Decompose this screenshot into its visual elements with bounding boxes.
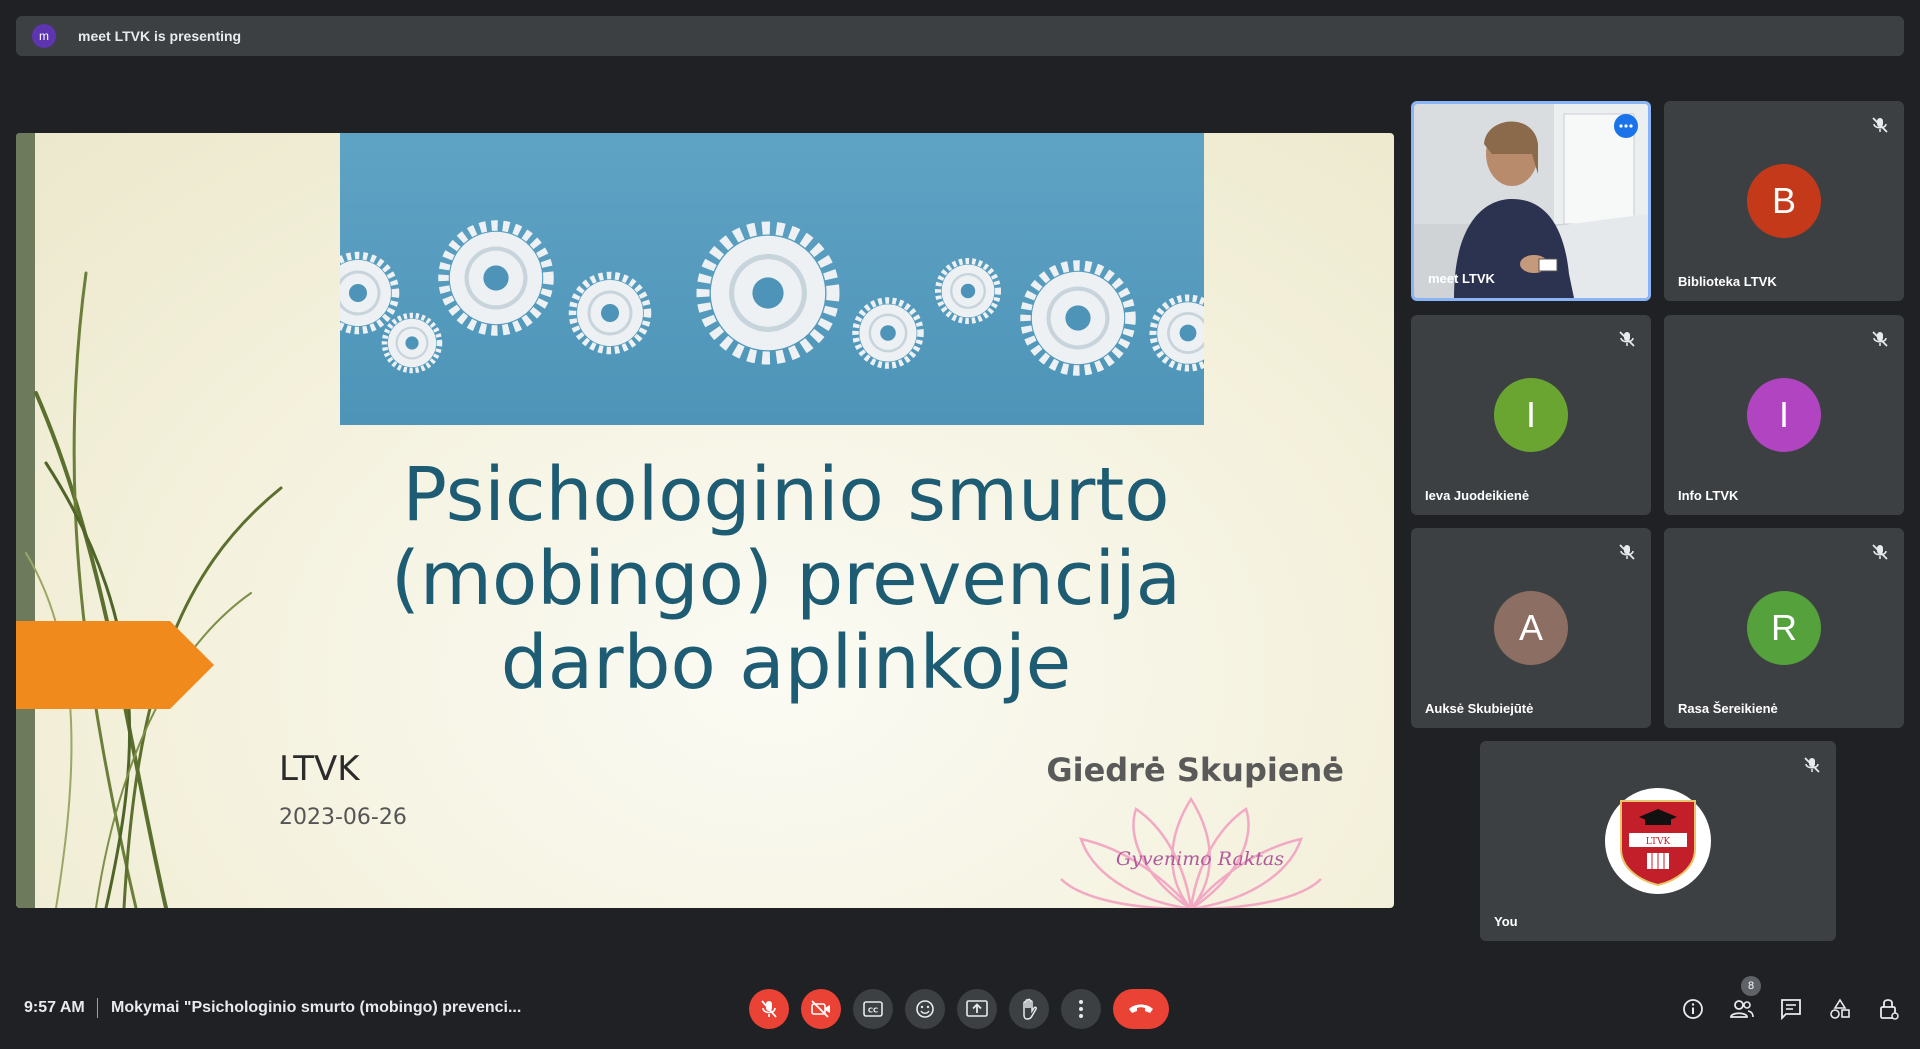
participant-avatar: I bbox=[1494, 378, 1568, 452]
chat-button[interactable] bbox=[1778, 996, 1804, 1022]
host-controls-button[interactable] bbox=[1876, 996, 1902, 1022]
gears-banner-image bbox=[340, 133, 1204, 425]
captions-button[interactable]: CC bbox=[853, 989, 893, 1029]
presenter-avatar: m bbox=[32, 24, 56, 48]
slide-title-line: (mobingo) prevencija bbox=[391, 536, 1181, 622]
slide-org: LTVK bbox=[279, 749, 360, 789]
participant-tile-rasa[interactable]: R Rasa Šereikienė bbox=[1664, 528, 1904, 728]
presenting-banner: m meet LTVK is presenting bbox=[16, 16, 1904, 56]
meeting-details-button[interactable] bbox=[1680, 996, 1706, 1022]
participant-count-badge: 8 bbox=[1741, 976, 1761, 996]
presenting-text: meet LTVK is presenting bbox=[78, 28, 242, 44]
svg-text:CC: CC bbox=[868, 1007, 878, 1015]
participant-name: You bbox=[1494, 914, 1518, 929]
emoji-reaction-button[interactable] bbox=[905, 989, 945, 1029]
grass-decoration bbox=[25, 271, 283, 908]
participant-tile-ieva[interactable]: I Ieva Juodeikienė bbox=[1411, 315, 1651, 515]
mic-toggle-button[interactable] bbox=[749, 989, 789, 1029]
slide-title-line: darbo aplinkoje bbox=[500, 620, 1072, 706]
participant-video bbox=[1414, 104, 1648, 298]
participant-name: Ieva Juodeikienė bbox=[1425, 488, 1530, 503]
more-options-icon[interactable] bbox=[1614, 114, 1638, 138]
participant-name: Auksė Skubiejūtė bbox=[1425, 701, 1534, 716]
slide-date: 2023-06-26 bbox=[279, 805, 407, 830]
more-options-icon bbox=[1079, 1000, 1083, 1018]
slide-logo-text: Gyvenimo Raktas bbox=[1116, 848, 1284, 870]
mic-off-icon bbox=[1872, 544, 1888, 560]
camera-off-icon bbox=[811, 1000, 830, 1018]
captions-icon: CC bbox=[863, 1001, 883, 1017]
logo-text: LTVK bbox=[1646, 837, 1671, 847]
participant-name: Biblioteka LTVK bbox=[1678, 274, 1777, 289]
info-icon bbox=[1683, 999, 1703, 1019]
present-now-button[interactable] bbox=[957, 989, 997, 1029]
mic-off-icon bbox=[1619, 544, 1635, 560]
participant-name: Rasa Šereikienė bbox=[1678, 701, 1778, 716]
activities-icon bbox=[1830, 998, 1850, 1019]
participant-tile-meet-ltvk[interactable]: meet LTVK bbox=[1411, 101, 1651, 301]
emoji-icon bbox=[916, 1000, 934, 1018]
participant-name: meet LTVK bbox=[1428, 271, 1495, 286]
mic-off-icon bbox=[1804, 757, 1820, 773]
participant-avatar: I bbox=[1747, 378, 1821, 452]
end-call-icon bbox=[1129, 1004, 1153, 1013]
mic-off-icon bbox=[1619, 331, 1635, 347]
mic-off-icon bbox=[1872, 117, 1888, 133]
participant-tile-info-ltvk[interactable]: I Info LTVK bbox=[1664, 315, 1904, 515]
people-icon bbox=[1730, 1000, 1754, 1018]
camera-toggle-button[interactable] bbox=[801, 989, 841, 1029]
participant-avatar: B bbox=[1747, 164, 1821, 238]
bottom-divider bbox=[97, 998, 98, 1018]
present-icon bbox=[966, 1000, 988, 1017]
ltvk-crest-logo: LTVK bbox=[1605, 788, 1711, 894]
slide-title: Psichologinio smurto (mobingo) prevencij… bbox=[316, 453, 1256, 705]
participant-name: Info LTVK bbox=[1678, 488, 1739, 503]
host-controls-icon bbox=[1880, 999, 1899, 1020]
orange-arrow-shape bbox=[16, 621, 214, 709]
leave-call-button[interactable] bbox=[1113, 989, 1169, 1029]
clock-time: 9:57 AM bbox=[24, 999, 85, 1016]
more-options-button[interactable] bbox=[1061, 989, 1101, 1029]
participant-avatar: A bbox=[1494, 591, 1568, 665]
mic-off-icon bbox=[1872, 331, 1888, 347]
chat-icon bbox=[1781, 999, 1801, 1020]
participant-avatar: R bbox=[1747, 591, 1821, 665]
slide-title-line: Psichologinio smurto bbox=[402, 452, 1170, 538]
participant-tile-biblioteka[interactable]: B Biblioteka LTVK bbox=[1664, 101, 1904, 301]
raise-hand-icon bbox=[1023, 998, 1037, 1020]
people-button[interactable] bbox=[1729, 996, 1755, 1022]
participant-tile-you[interactable]: LTVK You bbox=[1480, 741, 1836, 941]
activities-button[interactable] bbox=[1827, 996, 1853, 1022]
raise-hand-button[interactable] bbox=[1009, 989, 1049, 1029]
presentation-slide: Psichologinio smurto (mobingo) prevencij… bbox=[16, 133, 1394, 908]
mic-off-icon bbox=[761, 1000, 777, 1018]
slide-author: Giedrė Skupienė bbox=[1046, 751, 1344, 789]
participant-tile-aukse[interactable]: A Auksė Skubiejūtė bbox=[1411, 528, 1651, 728]
meeting-title: Mokymai "Psichologinio smurto (mobingo) … bbox=[111, 999, 522, 1016]
